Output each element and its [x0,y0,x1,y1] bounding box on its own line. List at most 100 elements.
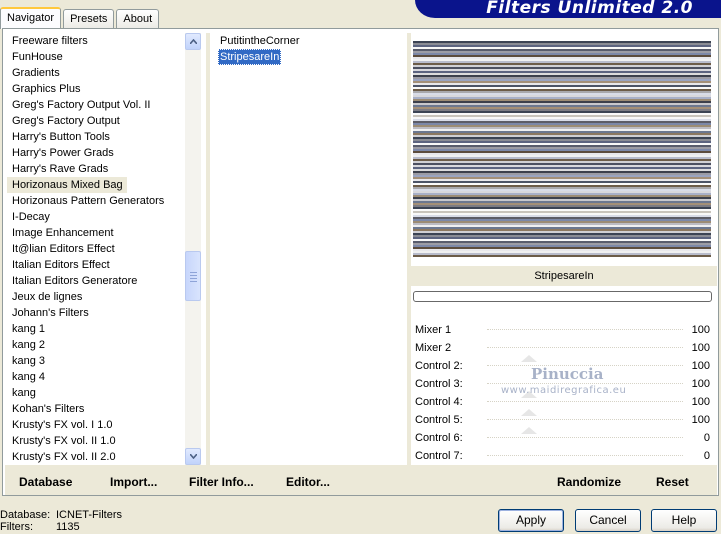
category-item-label: Krusty's FX vol. II 1.0 [12,435,116,447]
category-item-label: Harry's Power Grads [12,147,114,159]
reset-button[interactable]: Reset [656,475,689,489]
apply-button[interactable]: Apply [498,509,564,532]
control-slider[interactable]: Control 7: 0 [413,447,713,465]
category-item-label: Harry's Button Tools [12,131,110,143]
category-item[interactable]: Horizonaus Pattern Generators [7,193,201,209]
category-item[interactable]: FunHouse [7,49,201,65]
slider-track[interactable] [487,419,683,420]
scroll-up-button[interactable] [185,33,201,50]
category-item-label: kang 4 [12,371,46,383]
category-item[interactable]: I-Decay [7,209,201,225]
control-label: Control 3: [415,378,463,390]
category-item[interactable]: Krusty's FX vol. I 1.0 [7,417,201,433]
category-item[interactable]: Krusty's FX vol. II 1.0 [7,433,201,449]
category-item-label: It@lian Editors Effect [12,243,115,255]
control-label: Control 4: [415,396,463,408]
watermark-arrow-icon [521,409,537,416]
category-item[interactable]: Kohan's Filters [7,401,201,417]
progress-bar [413,291,712,302]
category-list[interactable]: Freeware filters FunHouse Gradients Graphic… [7,33,201,465]
category-item-label: Kohan's Filters [12,403,85,415]
category-item[interactable]: Italian Editors Generatore [7,273,201,289]
filter-info-button[interactable]: Filter Info... [189,475,254,489]
category-item[interactable]: Greg's Factory Output [7,113,201,129]
control-value: 100 [691,396,710,408]
control-value: 100 [691,342,710,354]
slider-track[interactable] [487,455,683,456]
filter-item[interactable]: PutitintheCorner [218,33,302,49]
preview-stripe [413,255,711,257]
slider-track[interactable] [487,437,683,438]
category-item-label: Image Enhancement [12,227,114,239]
category-item[interactable]: Harry's Power Grads [7,145,201,161]
category-item-label: Krusty's FX vol. I 1.0 [12,419,113,431]
category-item[interactable]: Gradients [7,65,201,81]
category-item[interactable]: Harry's Rave Grads [7,161,201,177]
slider-track[interactable] [487,401,683,402]
chevron-up-icon [190,39,197,44]
slider-track[interactable] [487,383,683,384]
category-item[interactable]: Image Enhancement [7,225,201,241]
pane-divider [206,33,210,465]
tab-presets[interactable]: Presets [63,9,115,28]
import-button[interactable]: Import... [110,475,157,489]
watermark-url: www.maidiregrafica.eu [501,385,627,396]
category-item[interactable]: kang 1 [7,321,201,337]
control-value: 100 [691,414,710,426]
category-item-label: kang [12,387,36,399]
category-scrollbar[interactable] [185,33,201,465]
database-button[interactable]: Database [19,475,72,489]
category-item-label: Gradients [12,67,60,79]
category-item-label: Graphics Plus [12,83,81,95]
tab-navigator[interactable]: Navigator [0,7,62,29]
scroll-down-button[interactable] [185,448,201,465]
watermark-arrow-icon [521,427,537,434]
category-item[interactable]: Greg's Factory Output Vol. II [7,97,201,113]
watermark-title: Pinuccia [531,365,604,383]
filter-item[interactable]: StripesareIn [218,49,282,65]
category-item-label: kang 3 [12,355,46,367]
category-item-label: Greg's Factory Output Vol. II [12,99,151,111]
control-value: 0 [703,450,710,462]
category-item[interactable]: It@lian Editors Effect [7,241,201,257]
category-item[interactable]: Italian Editors Effect [7,257,201,273]
slider-track[interactable] [487,329,683,330]
category-item[interactable]: Krusty's FX vol. II 2.0 [7,449,201,465]
category-item-label: Greg's Factory Output [12,115,120,127]
scroll-thumb[interactable] [185,251,201,301]
control-slider[interactable]: Mixer 1 100 [413,321,713,339]
filter-list[interactable]: PutitintheCorner StripesareIn [215,33,409,465]
control-slider[interactable]: Control 6: 0 [413,429,713,447]
control-label: Control 7: [415,450,463,462]
control-label: Mixer 1 [415,324,452,336]
slider-track[interactable] [487,347,683,348]
category-item[interactable]: Freeware filters [7,33,201,49]
control-slider[interactable]: Control 5: 100 [413,411,713,429]
category-item[interactable]: Harry's Button Tools [7,129,201,145]
cancel-button[interactable]: Cancel [575,509,641,532]
help-button[interactable]: Help [651,509,717,532]
category-item[interactable]: Horizonaus Mixed Bag [7,177,201,193]
tab-about[interactable]: About [116,9,160,28]
category-item-label: Freeware filters [12,35,88,47]
editor-button[interactable]: Editor... [286,475,330,489]
category-item-label: Johann's Filters [12,307,89,319]
category-item[interactable]: kang 2 [7,337,201,353]
category-item[interactable]: kang 4 [7,369,201,385]
control-label: Control 6: [415,432,463,444]
category-item-label: Italian Editors Effect [12,259,110,271]
category-item[interactable]: Johann's Filters [7,305,201,321]
control-value: 100 [691,360,710,372]
category-item-label: Italian Editors Generatore [12,275,138,287]
category-item[interactable]: kang 3 [7,353,201,369]
control-value: 100 [691,378,710,390]
category-item[interactable]: Graphics Plus [7,81,201,97]
filters-count: 1135 [56,521,80,533]
category-item[interactable]: kang [7,385,201,401]
category-item[interactable]: Jeux de lignes [7,289,201,305]
control-slider[interactable]: Mixer 2 100 [413,339,713,357]
randomize-button[interactable]: Randomize [557,475,621,489]
category-item-label: FunHouse [12,51,63,63]
category-item-label: Harry's Rave Grads [12,163,109,175]
tab-bar: Navigator Presets About [0,6,161,29]
